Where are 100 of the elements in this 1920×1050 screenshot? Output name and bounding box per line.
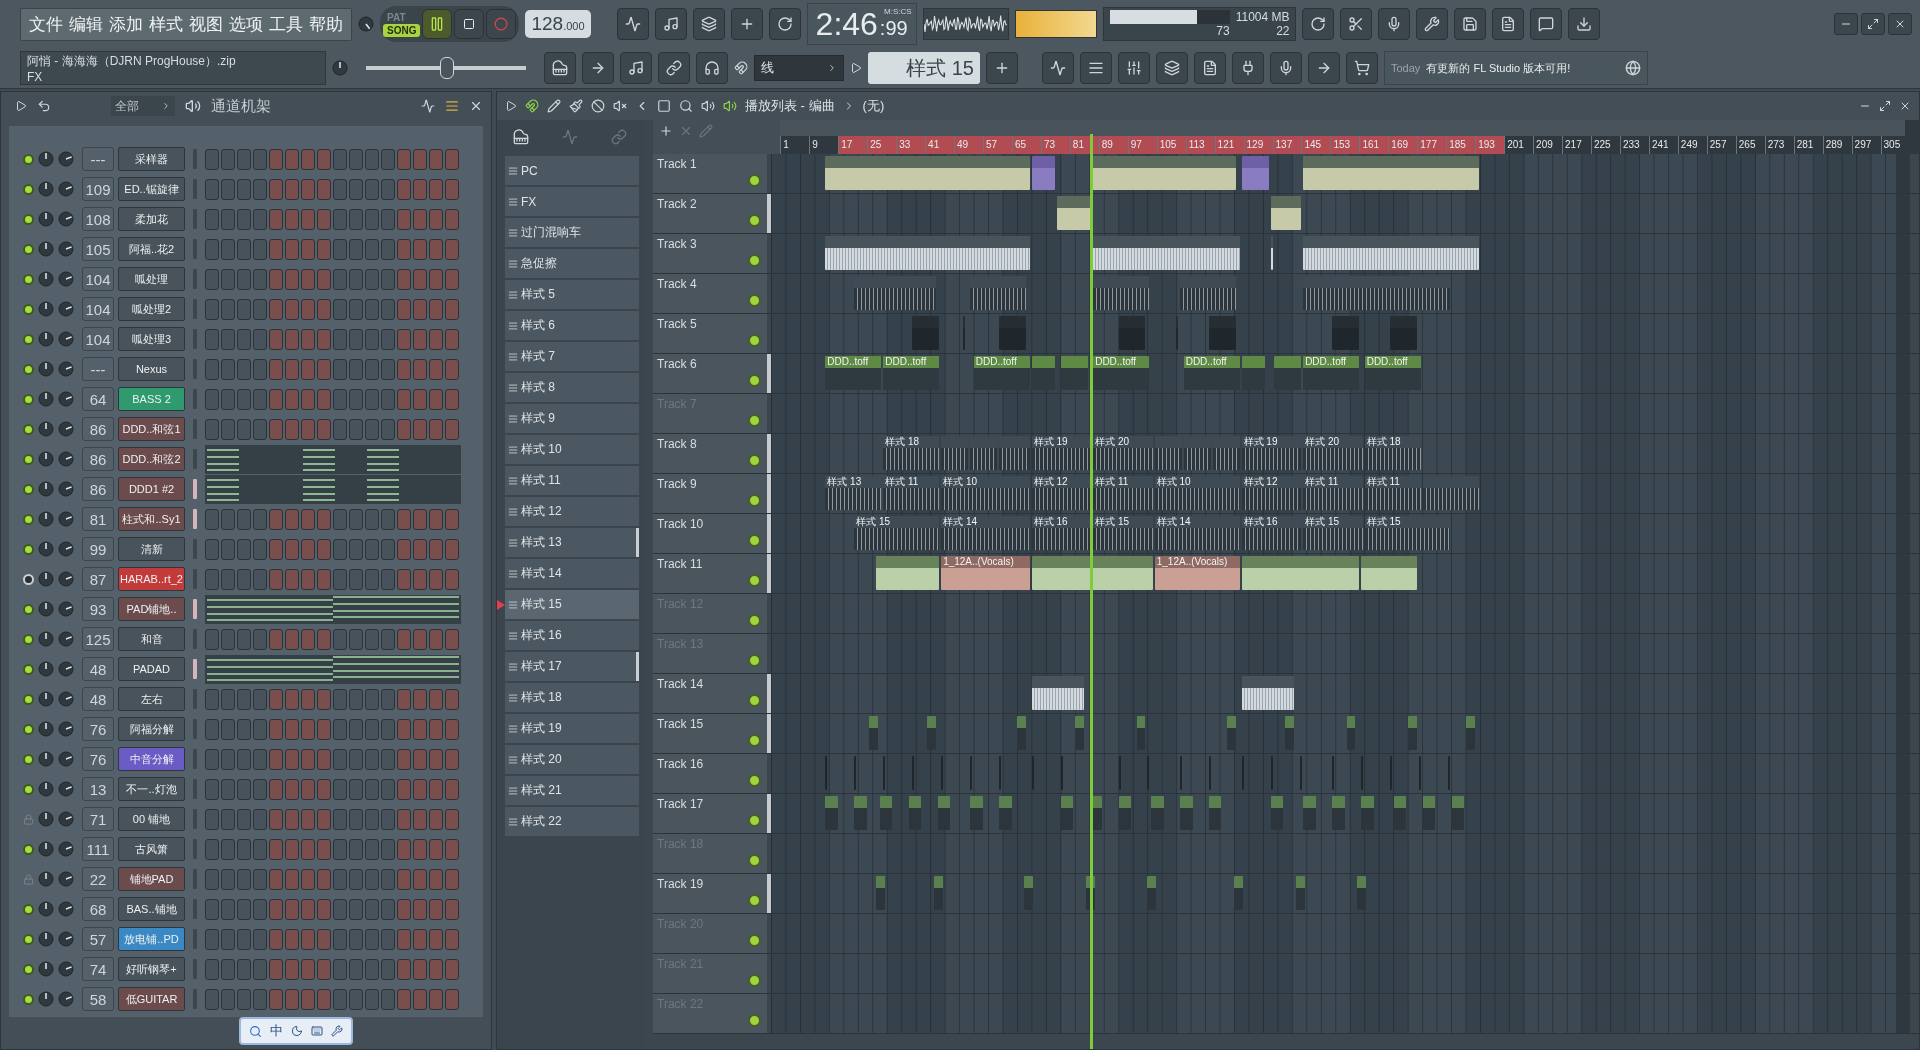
- channel-button[interactable]: 中音分解: [118, 747, 185, 771]
- mixer-track-number[interactable]: 48: [82, 687, 114, 711]
- mixer-track-number[interactable]: ---: [82, 147, 114, 171]
- channel-button[interactable]: 清新: [118, 537, 185, 561]
- channel-button[interactable]: 低GUITAR: [118, 987, 185, 1011]
- channel-button[interactable]: DDD..和弦2: [118, 447, 185, 471]
- track-header[interactable]: Track 6: [653, 354, 771, 393]
- track-header[interactable]: Track 8: [653, 434, 771, 473]
- mixer-track-number[interactable]: 86: [82, 417, 114, 441]
- channel-button[interactable]: 呱处理: [118, 267, 185, 291]
- channel-button[interactable]: 柔加花: [118, 207, 185, 231]
- channel-button[interactable]: 阿福分解: [118, 717, 185, 741]
- track-header[interactable]: Track 14: [653, 674, 771, 713]
- pattern-item[interactable]: 样式 16: [505, 621, 639, 650]
- timeline-ruler[interactable]: 1 9 17 25 33 41 49 57 65 73 81 89 97 105 113 121 129 137 145 153 161 169 177 185 193 201 209 217 225 233 241 249 257 265 273 281 289 297 305: [780, 136, 1906, 154]
- mixer-track-number[interactable]: 99: [82, 537, 114, 561]
- mixer-track-number[interactable]: 93: [82, 597, 114, 621]
- track-header[interactable]: Track 15: [653, 714, 771, 753]
- mixer-track-number[interactable]: 109: [82, 177, 114, 201]
- menu-item[interactable]: 工具: [269, 12, 303, 36]
- pattern-item[interactable]: 样式 12: [505, 497, 639, 526]
- pattern-item[interactable]: 样式 10: [505, 435, 639, 464]
- mixer-track-number[interactable]: 105: [82, 237, 114, 261]
- menu-item[interactable]: 帮助: [309, 12, 343, 36]
- mixer-track-number[interactable]: 125: [82, 627, 114, 651]
- channel-button[interactable]: Nexus: [118, 357, 185, 381]
- channel-button[interactable]: 阿福..花2: [118, 237, 185, 261]
- mixer-track-number[interactable]: ---: [82, 357, 114, 381]
- pattern-item[interactable]: 样式 7: [505, 342, 639, 371]
- pattern-item[interactable]: 样式 19: [505, 714, 639, 743]
- channel-button[interactable]: PAD铺地..: [118, 597, 185, 621]
- news-panel[interactable]: Today 有更新的 FL Studio 版本可用!: [1384, 51, 1648, 85]
- pattern-item[interactable]: 样式 21: [505, 776, 639, 805]
- pattern-item[interactable]: 样式 22: [505, 807, 639, 836]
- pattern-item[interactable]: 样式 20: [505, 745, 639, 774]
- channel-button[interactable]: BAS..铺地: [118, 897, 185, 921]
- channel-button[interactable]: 呱处理2: [118, 297, 185, 321]
- pattern-item[interactable]: 样式 11: [505, 466, 639, 495]
- channel-button[interactable]: 呱处理3: [118, 327, 185, 351]
- ime-toolbar[interactable]: 中: [239, 1017, 353, 1045]
- mixer-track-number[interactable]: 111: [82, 837, 114, 861]
- mixer-track-number[interactable]: 68: [82, 897, 114, 921]
- pattern-item[interactable]: 样式 17: [505, 652, 639, 681]
- channel-button[interactable]: 和音: [118, 627, 185, 651]
- pattern-item[interactable]: 样式 13: [505, 528, 639, 557]
- mixer-track-number[interactable]: 104: [82, 297, 114, 321]
- mixer-track-number[interactable]: 87: [82, 567, 114, 591]
- channel-button[interactable]: 采样器: [118, 147, 185, 171]
- mixer-track-number[interactable]: 76: [82, 747, 114, 771]
- mixer-track-number[interactable]: 104: [82, 327, 114, 351]
- track-header[interactable]: Track 9: [653, 474, 771, 513]
- pattern-item[interactable]: 样式 15: [505, 590, 639, 619]
- pattern-item[interactable]: 样式 6: [505, 311, 639, 340]
- mixer-track-number[interactable]: 71: [82, 807, 114, 831]
- snap-select[interactable]: 线: [754, 55, 844, 81]
- channel-button[interactable]: 铺地PAD: [118, 867, 185, 891]
- mixer-track-number[interactable]: 58: [82, 987, 114, 1011]
- channel-button[interactable]: 古风箫: [118, 837, 185, 861]
- pattern-item[interactable]: 样式 5: [505, 280, 639, 309]
- channel-button[interactable]: 好听钢琴+: [118, 957, 185, 981]
- mixer-track-number[interactable]: 86: [82, 477, 114, 501]
- pattern-item[interactable]: 急促擦: [505, 249, 639, 278]
- channel-button[interactable]: 放电铺..PD: [118, 927, 185, 951]
- pattern-item[interactable]: 样式 14: [505, 559, 639, 588]
- menu-item[interactable]: 添加: [109, 12, 143, 36]
- tempo-field[interactable]: 128.000: [525, 10, 591, 38]
- pattern-item[interactable]: PC: [505, 156, 639, 185]
- menu-item[interactable]: 文件: [29, 12, 63, 36]
- mixer-track-number[interactable]: 108: [82, 207, 114, 231]
- track-header[interactable]: Track 17: [653, 794, 771, 833]
- channel-button[interactable]: DDD..和弦1: [118, 417, 185, 441]
- channel-button[interactable]: PADAD: [118, 657, 185, 681]
- mixer-track-number[interactable]: 76: [82, 717, 114, 741]
- menu-item[interactable]: 样式: [149, 12, 183, 36]
- mixer-track-number[interactable]: 81: [82, 507, 114, 531]
- track-header[interactable]: Track 19: [653, 874, 771, 913]
- mode-toggle[interactable]: SONG: [383, 24, 421, 37]
- pattern-item[interactable]: 样式 8: [505, 373, 639, 402]
- mixer-track-number[interactable]: 48: [82, 657, 114, 681]
- channel-button[interactable]: 00 铺地: [118, 807, 185, 831]
- channel-button[interactable]: 柱式和..Sy1: [118, 507, 185, 531]
- menu-item[interactable]: 视图: [189, 12, 223, 36]
- mixer-track-number[interactable]: 86: [82, 447, 114, 471]
- channel-button[interactable]: DDD1 #2: [118, 477, 185, 501]
- pattern-item[interactable]: 样式 18: [505, 683, 639, 712]
- pattern-item[interactable]: FX: [505, 187, 639, 216]
- ime-mode[interactable]: 中: [270, 1022, 283, 1040]
- mixer-track-number[interactable]: 104: [82, 267, 114, 291]
- pattern-item[interactable]: 过门混响车: [505, 218, 639, 247]
- arrangement-name[interactable]: (无): [862, 97, 885, 115]
- channel-button[interactable]: HARAB..rt_2: [118, 567, 185, 591]
- track-header[interactable]: Track 11: [653, 554, 771, 593]
- mixer-track-number[interactable]: 13: [82, 777, 114, 801]
- mixer-track-number[interactable]: 57: [82, 927, 114, 951]
- channel-button[interactable]: 左右: [118, 687, 185, 711]
- menu-item[interactable]: 选项: [229, 12, 263, 36]
- track-header[interactable]: Track 10: [653, 514, 771, 553]
- mixer-track-number[interactable]: 74: [82, 957, 114, 981]
- channel-button[interactable]: 不一..灯泡: [118, 777, 185, 801]
- pattern-selector[interactable]: 样式 15: [868, 52, 980, 84]
